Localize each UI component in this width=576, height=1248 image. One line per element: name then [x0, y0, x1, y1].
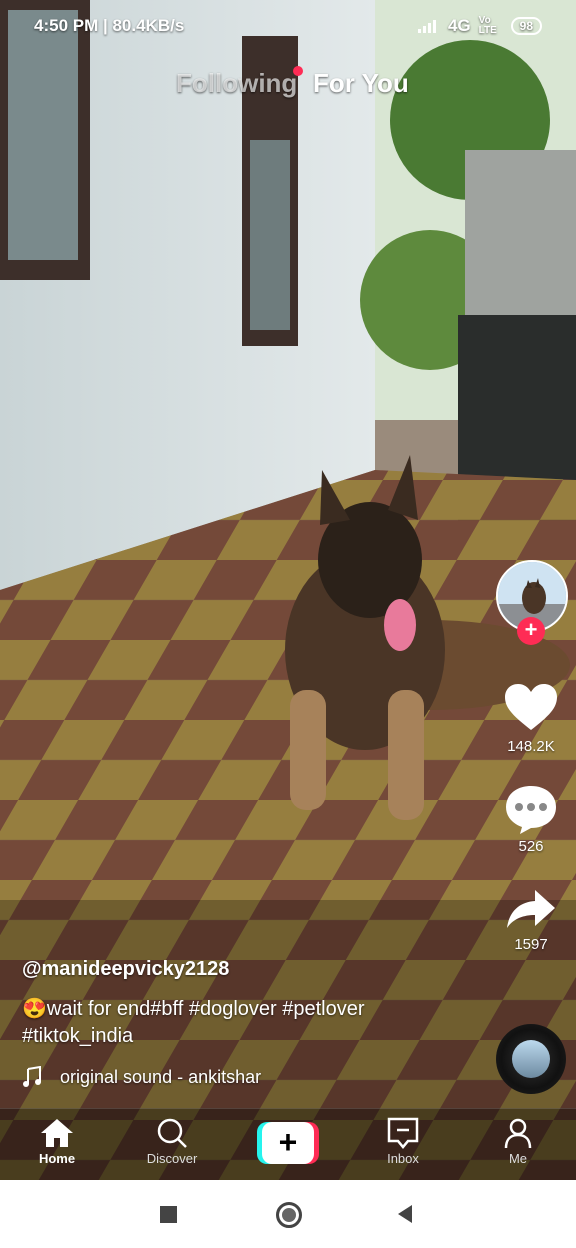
music-note-icon — [23, 1066, 41, 1087]
new-content-dot — [293, 66, 304, 76]
heart-icon — [505, 684, 557, 730]
comment-button[interactable]: 526 — [496, 784, 566, 855]
comment-icon — [506, 786, 556, 834]
tab-for-you[interactable]: For You — [313, 68, 409, 99]
back-button[interactable] — [396, 1204, 416, 1224]
home-icon — [41, 1119, 73, 1147]
follow-button[interactable]: + — [517, 617, 545, 645]
sound-name: original sound - ankitshar — [60, 1066, 262, 1087]
home-nav-button[interactable] — [276, 1202, 302, 1228]
tab-inbox[interactable]: Inbox — [363, 1117, 443, 1166]
recents-button[interactable] — [160, 1206, 177, 1223]
android-nav-bar — [0, 1180, 576, 1248]
comment-count: 526 — [518, 838, 544, 855]
creator-username[interactable]: @manideepvicky2128 — [22, 958, 229, 981]
tab-discover[interactable]: Discover — [132, 1117, 212, 1166]
post-caption: 😍wait for end#bff #doglover #petlover #t… — [22, 996, 442, 1050]
share-button[interactable]: 1597 — [496, 888, 566, 953]
tab-discover-label: Discover — [146, 1151, 198, 1166]
share-arrow-icon — [507, 890, 555, 928]
tab-home[interactable]: Home — [17, 1117, 97, 1166]
caption-line-1: wait for end#bff #doglover #petlover — [46, 998, 365, 1020]
status-bar: 4:50 PM | 80.4KB/s 4G Vo LTE 98 — [0, 0, 576, 52]
status-time: 4:50 PM | 80.4KB/s — [34, 16, 185, 35]
status-right: 4G Vo LTE 98 — [417, 15, 542, 36]
create-button[interactable]: + — [257, 1122, 319, 1164]
signal-icon — [417, 20, 436, 33]
share-count: 1597 — [514, 936, 548, 953]
sound-info[interactable]: original sound - ankitshar — [22, 1066, 261, 1088]
feed-tabs: Following For You — [0, 66, 576, 108]
volte-indicator: Vo LTE — [478, 15, 497, 36]
tab-inbox-label: Inbox — [387, 1151, 419, 1166]
profile-icon — [504, 1118, 532, 1149]
emoji: 😍 — [22, 998, 47, 1020]
disc-cover — [512, 1040, 550, 1078]
network-type: 4G — [447, 16, 471, 35]
tab-following[interactable]: Following — [176, 66, 304, 99]
battery-icon: 98 — [510, 17, 542, 35]
inbox-icon — [387, 1117, 419, 1149]
video-player[interactable]: 4:50 PM | 80.4KB/s 4G Vo LTE 98 Followin… — [0, 0, 576, 1180]
tab-me[interactable]: Me — [478, 1117, 558, 1166]
sound-disc[interactable] — [496, 1024, 566, 1094]
tab-me-label: Me — [508, 1151, 528, 1166]
search-icon — [157, 1118, 187, 1148]
caption-line-2: #tiktok_india — [22, 1025, 134, 1047]
like-count: 148.2K — [507, 738, 555, 755]
tab-home-label: Home — [38, 1151, 76, 1166]
bottom-tab-bar: Home Discover + Inbox Me — [0, 1108, 576, 1180]
like-button[interactable]: 148.2K — [496, 682, 566, 755]
plus-icon: + — [262, 1122, 314, 1164]
